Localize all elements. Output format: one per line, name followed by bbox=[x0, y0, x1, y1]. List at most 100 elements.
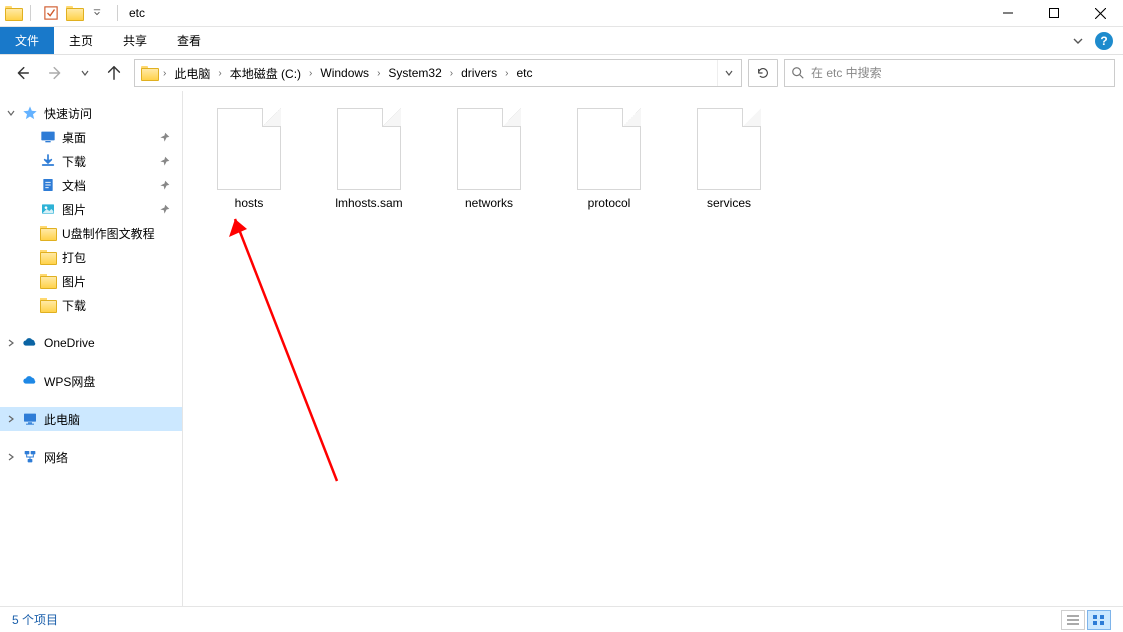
chevron-right-icon: › bbox=[375, 68, 382, 79]
chevron-right-icon: › bbox=[216, 68, 223, 79]
tree-expand-icon[interactable] bbox=[6, 414, 16, 424]
breadcrumb-item[interactable]: System32 bbox=[382, 60, 447, 86]
pc-icon bbox=[22, 411, 38, 427]
sidebar-item-folder[interactable]: 下载 bbox=[0, 293, 182, 317]
window-controls bbox=[985, 0, 1123, 27]
status-text: 5 个项目 bbox=[12, 611, 58, 628]
share-tab[interactable]: 共享 bbox=[108, 27, 162, 54]
sidebar-item-label: 快速访问 bbox=[44, 105, 92, 122]
file-label: lmhosts.sam bbox=[335, 196, 402, 210]
qat-folder-icon bbox=[66, 5, 82, 21]
forward-arrow-icon bbox=[47, 64, 65, 82]
file-item[interactable]: hosts bbox=[189, 101, 309, 221]
home-tab[interactable]: 主页 bbox=[54, 27, 108, 54]
icons-view-icon bbox=[1092, 614, 1106, 626]
breadcrumb-item[interactable]: drivers bbox=[455, 60, 503, 86]
download-icon bbox=[40, 153, 56, 169]
search-box[interactable] bbox=[784, 59, 1115, 87]
sidebar-item-label: 下载 bbox=[62, 297, 86, 314]
file-label: protocol bbox=[588, 196, 631, 210]
sidebar-item-label: 打包 bbox=[62, 249, 86, 266]
recent-locations-button[interactable] bbox=[76, 59, 94, 87]
refresh-button[interactable] bbox=[748, 59, 778, 87]
navigation-pane[interactable]: 快速访问 桌面 下载 文档 图片 bbox=[0, 91, 183, 606]
desktop-icon bbox=[40, 129, 56, 145]
annotation-arrow bbox=[217, 201, 347, 491]
sidebar-onedrive[interactable]: OneDrive bbox=[0, 331, 182, 355]
sidebar-item-label: 下载 bbox=[62, 153, 86, 170]
file-label: services bbox=[707, 196, 751, 210]
back-arrow-icon bbox=[13, 64, 31, 82]
sidebar-item-label: 此电脑 bbox=[44, 411, 80, 428]
maximize-button[interactable] bbox=[1031, 0, 1077, 27]
forward-button[interactable] bbox=[42, 59, 70, 87]
sidebar-item-documents[interactable]: 文档 bbox=[0, 173, 182, 197]
folder-icon bbox=[40, 249, 56, 265]
pin-icon bbox=[159, 180, 170, 191]
sidebar-item-label: U盘制作图文教程 bbox=[62, 225, 155, 242]
qat-properties-button[interactable] bbox=[40, 2, 62, 24]
sidebar-item-label: 文档 bbox=[62, 177, 86, 194]
details-view-button[interactable] bbox=[1061, 610, 1085, 630]
chevron-down-icon bbox=[93, 9, 101, 17]
search-icon bbox=[791, 66, 805, 80]
file-list-pane[interactable]: hosts lmhosts.sam networks protocol serv… bbox=[183, 91, 1123, 606]
breadcrumb-item[interactable]: 此电脑 bbox=[168, 60, 216, 86]
chevron-right-icon: › bbox=[503, 68, 510, 79]
minimize-button[interactable] bbox=[985, 0, 1031, 27]
star-icon bbox=[22, 105, 38, 121]
sidebar-wps[interactable]: WPS网盘 bbox=[0, 369, 182, 393]
sidebar-item-label: 图片 bbox=[62, 273, 86, 290]
sidebar-item-label: OneDrive bbox=[44, 336, 95, 350]
breadcrumb-item[interactable]: Windows bbox=[314, 60, 375, 86]
file-label: networks bbox=[465, 196, 513, 210]
file-item[interactable]: lmhosts.sam bbox=[309, 101, 429, 221]
checkbox-icon bbox=[44, 6, 58, 20]
sidebar-item-downloads[interactable]: 下载 bbox=[0, 149, 182, 173]
file-icon bbox=[337, 108, 401, 190]
window-title: etc bbox=[129, 6, 145, 20]
app-folder-icon bbox=[5, 5, 21, 21]
breadcrumb-dropdown-button[interactable] bbox=[717, 60, 739, 86]
sidebar-item-folder[interactable]: 打包 bbox=[0, 245, 182, 269]
sidebar-item-pictures[interactable]: 图片 bbox=[0, 197, 182, 221]
help-icon: ? bbox=[1100, 34, 1107, 48]
breadcrumb-item[interactable]: etc bbox=[510, 60, 538, 86]
file-icon bbox=[697, 108, 761, 190]
file-item[interactable]: services bbox=[669, 101, 789, 221]
separator bbox=[117, 5, 118, 21]
search-input[interactable] bbox=[811, 66, 1108, 80]
pictures-icon bbox=[40, 201, 56, 217]
network-icon bbox=[22, 449, 38, 465]
sidebar-network[interactable]: 网络 bbox=[0, 445, 182, 469]
expand-ribbon-button[interactable] bbox=[1071, 34, 1085, 48]
folder-icon bbox=[40, 297, 56, 313]
tree-expand-icon[interactable] bbox=[6, 452, 16, 462]
up-button[interactable] bbox=[100, 59, 128, 87]
view-tab[interactable]: 查看 bbox=[162, 27, 216, 54]
breadcrumb-item[interactable]: 本地磁盘 (C:) bbox=[224, 60, 307, 86]
file-tab[interactable]: 文件 bbox=[0, 27, 54, 54]
tree-expand-icon[interactable] bbox=[6, 338, 16, 348]
sidebar-item-label: 桌面 bbox=[62, 129, 86, 146]
qat-customize-button[interactable] bbox=[86, 2, 108, 24]
wps-cloud-icon bbox=[22, 373, 38, 389]
close-button[interactable] bbox=[1077, 0, 1123, 27]
sidebar-item-folder[interactable]: U盘制作图文教程 bbox=[0, 221, 182, 245]
details-view-icon bbox=[1066, 614, 1080, 626]
sidebar-quick-access[interactable]: 快速访问 bbox=[0, 101, 182, 125]
sidebar-item-folder[interactable]: 图片 bbox=[0, 269, 182, 293]
file-item[interactable]: networks bbox=[429, 101, 549, 221]
sidebar-this-pc[interactable]: 此电脑 bbox=[0, 407, 182, 431]
folder-icon bbox=[40, 273, 56, 289]
folder-icon bbox=[40, 225, 56, 241]
chevron-down-icon bbox=[724, 68, 734, 78]
file-item[interactable]: protocol bbox=[549, 101, 669, 221]
help-button[interactable]: ? bbox=[1095, 32, 1113, 50]
tree-collapse-icon[interactable] bbox=[6, 108, 16, 118]
back-button[interactable] bbox=[8, 59, 36, 87]
file-grid: hosts lmhosts.sam networks protocol serv… bbox=[189, 101, 1117, 221]
icons-view-button[interactable] bbox=[1087, 610, 1111, 630]
breadcrumb-bar[interactable]: › 此电脑 › 本地磁盘 (C:) › Windows › System32 ›… bbox=[134, 59, 742, 87]
sidebar-item-desktop[interactable]: 桌面 bbox=[0, 125, 182, 149]
